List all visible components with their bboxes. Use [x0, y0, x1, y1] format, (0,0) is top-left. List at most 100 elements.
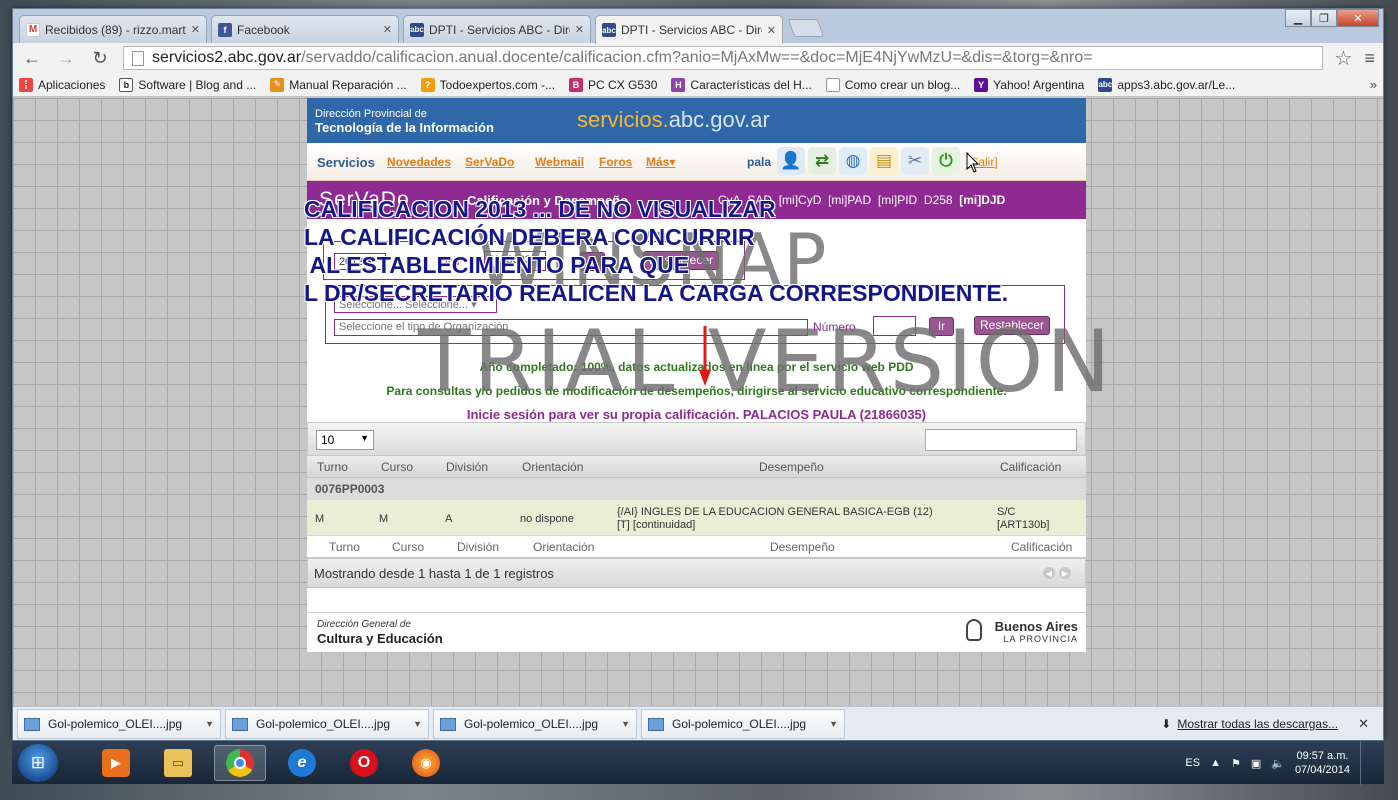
- maximize-button[interactable]: ❐: [1311, 9, 1337, 27]
- new-tab-button[interactable]: [787, 19, 825, 37]
- year-select[interactable]: 2013 ▾: [334, 253, 386, 270]
- col-curso[interactable]: Curso: [381, 460, 413, 474]
- folder-icon: ▭: [164, 749, 192, 777]
- col-desempeno[interactable]: Desempeño: [759, 460, 824, 474]
- clock[interactable]: 09:57 a.m. 07/04/2014: [1295, 749, 1350, 777]
- volume-icon[interactable]: 🔈: [1271, 757, 1285, 770]
- bookmark-blog[interactable]: Como crear un blog...: [825, 77, 960, 92]
- link-mi-pad[interactable]: [mi]: [878, 193, 897, 207]
- taskbar-firefox[interactable]: ◉: [400, 745, 452, 781]
- region-select[interactable]: Seleccione... Seleccione... ▾: [334, 296, 497, 313]
- image-file-icon: [232, 717, 248, 731]
- tools-icon[interactable]: ✂: [901, 147, 929, 175]
- col-turno[interactable]: Turno: [317, 460, 348, 474]
- power-icon[interactable]: ⏻: [932, 147, 960, 175]
- chevron-down-icon[interactable]: ▼: [621, 719, 630, 729]
- dni-input[interactable]: 21866035: [484, 251, 546, 271]
- nav-novedades[interactable]: Novedades: [387, 155, 451, 169]
- bookmark-label: Todoexpertos.com -...: [439, 77, 556, 92]
- download-item[interactable]: Gol-polemico_OLEI....jpg ▼: [225, 709, 429, 739]
- foot-calificacion: Calificación: [1011, 540, 1073, 554]
- taskbar-opera[interactable]: O: [338, 745, 390, 781]
- address-bar[interactable]: servicios2.abc.gov.ar/servaddo/calificac…: [123, 46, 1323, 70]
- chevron-down-icon[interactable]: ▼: [205, 719, 214, 729]
- col-calificacion[interactable]: Calificación: [1000, 460, 1061, 474]
- user-profile-icon[interactable]: 👤: [777, 147, 805, 175]
- network-icon[interactable]: ⇄: [808, 147, 836, 175]
- nav-servicios[interactable]: Servicios: [317, 155, 375, 170]
- bookmarks-overflow-icon[interactable]: »: [1370, 77, 1377, 92]
- col-orientacion[interactable]: Orientación: [522, 460, 583, 474]
- bookmark-pc[interactable]: B PC CX G530: [569, 77, 657, 92]
- prev-page-icon[interactable]: ◀: [1043, 567, 1055, 579]
- globe-icon[interactable]: ◍: [839, 147, 867, 175]
- chevron-down-icon[interactable]: ▼: [829, 719, 838, 729]
- show-all-downloads[interactable]: ⬇ Mostrar todas las descargas...: [1161, 717, 1338, 731]
- tab-dpti-1[interactable]: abc DPTI - Servicios ABC - Dire ✕: [403, 15, 591, 43]
- link-d258[interactable]: D258: [924, 193, 953, 207]
- window-close-button[interactable]: ✕: [1337, 9, 1379, 27]
- bookmark-yahoo[interactable]: Y Yahoo! Argentina: [974, 77, 1084, 92]
- action-center-icon[interactable]: ⚑: [1231, 757, 1241, 770]
- close-icon[interactable]: ✕: [1358, 716, 1369, 732]
- taskbar-chrome[interactable]: [214, 745, 266, 781]
- nav-foros[interactable]: Foros: [599, 155, 632, 169]
- bookmark-manual[interactable]: ✎ Manual Reparación ...: [270, 77, 407, 92]
- bookmark-apps[interactable]: ⁞ Aplicaciones: [19, 77, 105, 92]
- close-icon[interactable]: ✕: [767, 24, 776, 37]
- tab-gmail[interactable]: M Recibidos (89) - rizzo.mart ✕: [19, 15, 207, 43]
- foot-division: División: [457, 540, 500, 554]
- link-mi-sad[interactable]: [mi]: [779, 193, 798, 207]
- taskbar-ie[interactable]: e: [276, 745, 328, 781]
- network-tray-icon[interactable]: ▣: [1251, 757, 1261, 770]
- next-page-icon[interactable]: ▶: [1059, 567, 1071, 579]
- tab-facebook[interactable]: f Facebook ✕: [211, 15, 399, 43]
- close-icon[interactable]: ✕: [191, 23, 200, 36]
- bookmark-apps3[interactable]: abc apps3.abc.gov.ar/Le...: [1098, 77, 1235, 92]
- taskbar-media-player[interactable]: ▶: [90, 745, 142, 781]
- language-indicator[interactable]: ES: [1185, 757, 1200, 769]
- link-cya[interactable]: CyA: [718, 193, 741, 207]
- download-item[interactable]: Gol-polemico_OLEI....jpg ▼: [17, 709, 221, 739]
- org-reset-button[interactable]: Restablecer: [974, 316, 1050, 335]
- org-type-select[interactable]: Seleccione el tipo de Organización: [334, 319, 808, 336]
- link-mi-djd[interactable]: [mi]DJD: [959, 193, 1005, 207]
- link-sad[interactable]: SAD: [747, 193, 772, 207]
- tab-dpti-active[interactable]: abc DPTI - Servicios ABC - Dire ✕: [595, 15, 783, 44]
- nav-webmail[interactable]: Webmail: [535, 155, 584, 169]
- numero-input[interactable]: [873, 316, 916, 336]
- nav-mas[interactable]: Más▾: [646, 155, 675, 169]
- dni-reset-button[interactable]: Restablecer: [643, 251, 719, 270]
- bookmark-software-blog[interactable]: b Software | Blog and ...: [119, 77, 256, 92]
- bookmark-caracteristicas[interactable]: H Características del H...: [671, 77, 812, 92]
- nav-servado[interactable]: SerVaDo: [465, 155, 514, 169]
- dni-go-button[interactable]: Ir: [580, 252, 605, 271]
- back-arrow-icon[interactable]: ←: [21, 48, 43, 69]
- org-go-button[interactable]: Ir: [929, 317, 954, 336]
- chevron-down-icon[interactable]: ▼: [413, 719, 422, 729]
- bookmark-star-icon[interactable]: ☆: [1335, 46, 1353, 71]
- close-icon[interactable]: ✕: [383, 23, 392, 36]
- site-brand[interactable]: servicios.abc.gov.ar: [577, 107, 770, 133]
- minimize-button[interactable]: ▁: [1285, 9, 1311, 27]
- col-division[interactable]: División: [446, 460, 488, 474]
- show-desktop-button[interactable]: [1360, 741, 1374, 785]
- login-prompt[interactable]: Inicie sesión para ver su propia calific…: [307, 407, 1086, 422]
- forward-arrow-icon[interactable]: →: [55, 48, 77, 69]
- menu-icon[interactable]: ≡: [1364, 48, 1375, 69]
- taskbar-explorer[interactable]: ▭: [152, 745, 204, 781]
- link-pid[interactable]: PID: [897, 193, 917, 207]
- page-length-select[interactable]: 10 ▼: [316, 430, 374, 450]
- link-pad[interactable]: PAD: [847, 193, 871, 207]
- files-icon[interactable]: ▤: [870, 147, 898, 175]
- link-cyd[interactable]: CyD: [798, 193, 821, 207]
- link-mi-cyd[interactable]: [mi]: [828, 193, 847, 207]
- download-item[interactable]: Gol-polemico_OLEI....jpg ▼: [641, 709, 845, 739]
- download-item[interactable]: Gol-polemico_OLEI....jpg ▼: [433, 709, 637, 739]
- start-button[interactable]: ⊞: [18, 744, 58, 782]
- close-icon[interactable]: ✕: [575, 23, 584, 36]
- table-filter-input[interactable]: [925, 429, 1077, 451]
- bookmark-todoexpertos[interactable]: ? Todoexpertos.com -...: [420, 77, 556, 92]
- reload-icon[interactable]: ↻: [89, 48, 111, 69]
- tray-expand-icon[interactable]: ▲: [1210, 757, 1221, 769]
